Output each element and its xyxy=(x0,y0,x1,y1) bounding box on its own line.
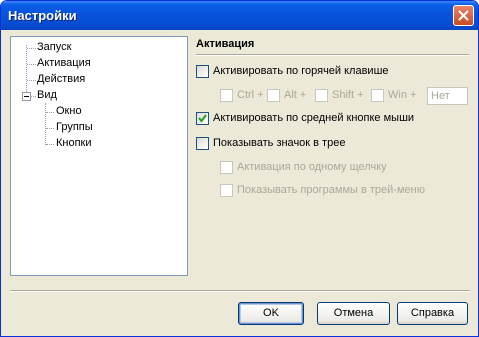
tree-line xyxy=(45,103,46,145)
win-label: Win + xyxy=(388,89,417,101)
tree-line xyxy=(27,64,36,65)
bottom-divider xyxy=(10,290,470,292)
ctrl-checkbox[interactable] xyxy=(220,89,233,102)
shift-label: Shift + xyxy=(332,89,364,101)
tree-line xyxy=(46,112,54,113)
checkmark-icon xyxy=(198,114,207,123)
shift-checkbox[interactable] xyxy=(315,89,328,102)
cancel-button[interactable]: Отмена xyxy=(317,302,390,325)
tray-menu-label: Показывать программы в трей-меню xyxy=(237,184,425,196)
middle-button-checkbox[interactable] xyxy=(196,112,209,125)
ctrl-label: Ctrl + xyxy=(237,89,264,101)
tree-line xyxy=(27,80,36,81)
tree-item-startup[interactable]: Запуск xyxy=(37,41,71,53)
tray-icon-checkbox[interactable] xyxy=(196,137,209,150)
tree-line xyxy=(27,48,36,49)
tree-item-view[interactable]: Вид xyxy=(37,89,57,101)
hotkey-label[interactable]: Активировать по горячей клавише xyxy=(213,65,389,77)
win-checkbox[interactable] xyxy=(371,89,384,102)
tree-item-activation[interactable]: Активация xyxy=(37,57,91,69)
collapse-icon[interactable] xyxy=(22,92,31,101)
tree-line xyxy=(31,96,36,97)
section-title: Активация xyxy=(196,38,255,50)
tree-line xyxy=(26,45,27,98)
tray-menu-checkbox[interactable] xyxy=(220,184,233,197)
tree-line xyxy=(46,144,54,145)
settings-tree[interactable]: Запуск Активация Действия Вид Окно Групп… xyxy=(10,36,188,276)
ok-button[interactable]: OK xyxy=(238,302,304,325)
tray-icon-label[interactable]: Показывать значок в трее xyxy=(213,137,345,149)
tree-item-buttons[interactable]: Кнопки xyxy=(56,137,92,149)
hotkey-key-field[interactable]: Нет xyxy=(427,87,468,105)
single-click-checkbox[interactable] xyxy=(220,161,233,174)
middle-button-label[interactable]: Активировать по средней кнопке мыши xyxy=(213,112,414,124)
section-divider xyxy=(196,54,469,56)
tree-item-window[interactable]: Окно xyxy=(56,105,82,117)
close-icon xyxy=(458,10,469,21)
tree-item-actions[interactable]: Действия xyxy=(37,73,85,85)
alt-label: Alt + xyxy=(284,89,307,101)
tree-item-groups[interactable]: Группы xyxy=(56,121,93,133)
window-title: Настройки xyxy=(8,8,77,23)
title-bar[interactable]: Настройки xyxy=(1,1,478,30)
help-button[interactable]: Справка xyxy=(397,302,468,325)
tree-line xyxy=(46,128,54,129)
close-button[interactable] xyxy=(453,5,474,26)
hotkey-checkbox[interactable] xyxy=(196,65,209,78)
single-click-label: Активация по одному щелчку xyxy=(237,161,387,173)
alt-checkbox[interactable] xyxy=(267,89,280,102)
settings-dialog: Настройки Запуск Активация Действия Вид … xyxy=(0,0,479,337)
